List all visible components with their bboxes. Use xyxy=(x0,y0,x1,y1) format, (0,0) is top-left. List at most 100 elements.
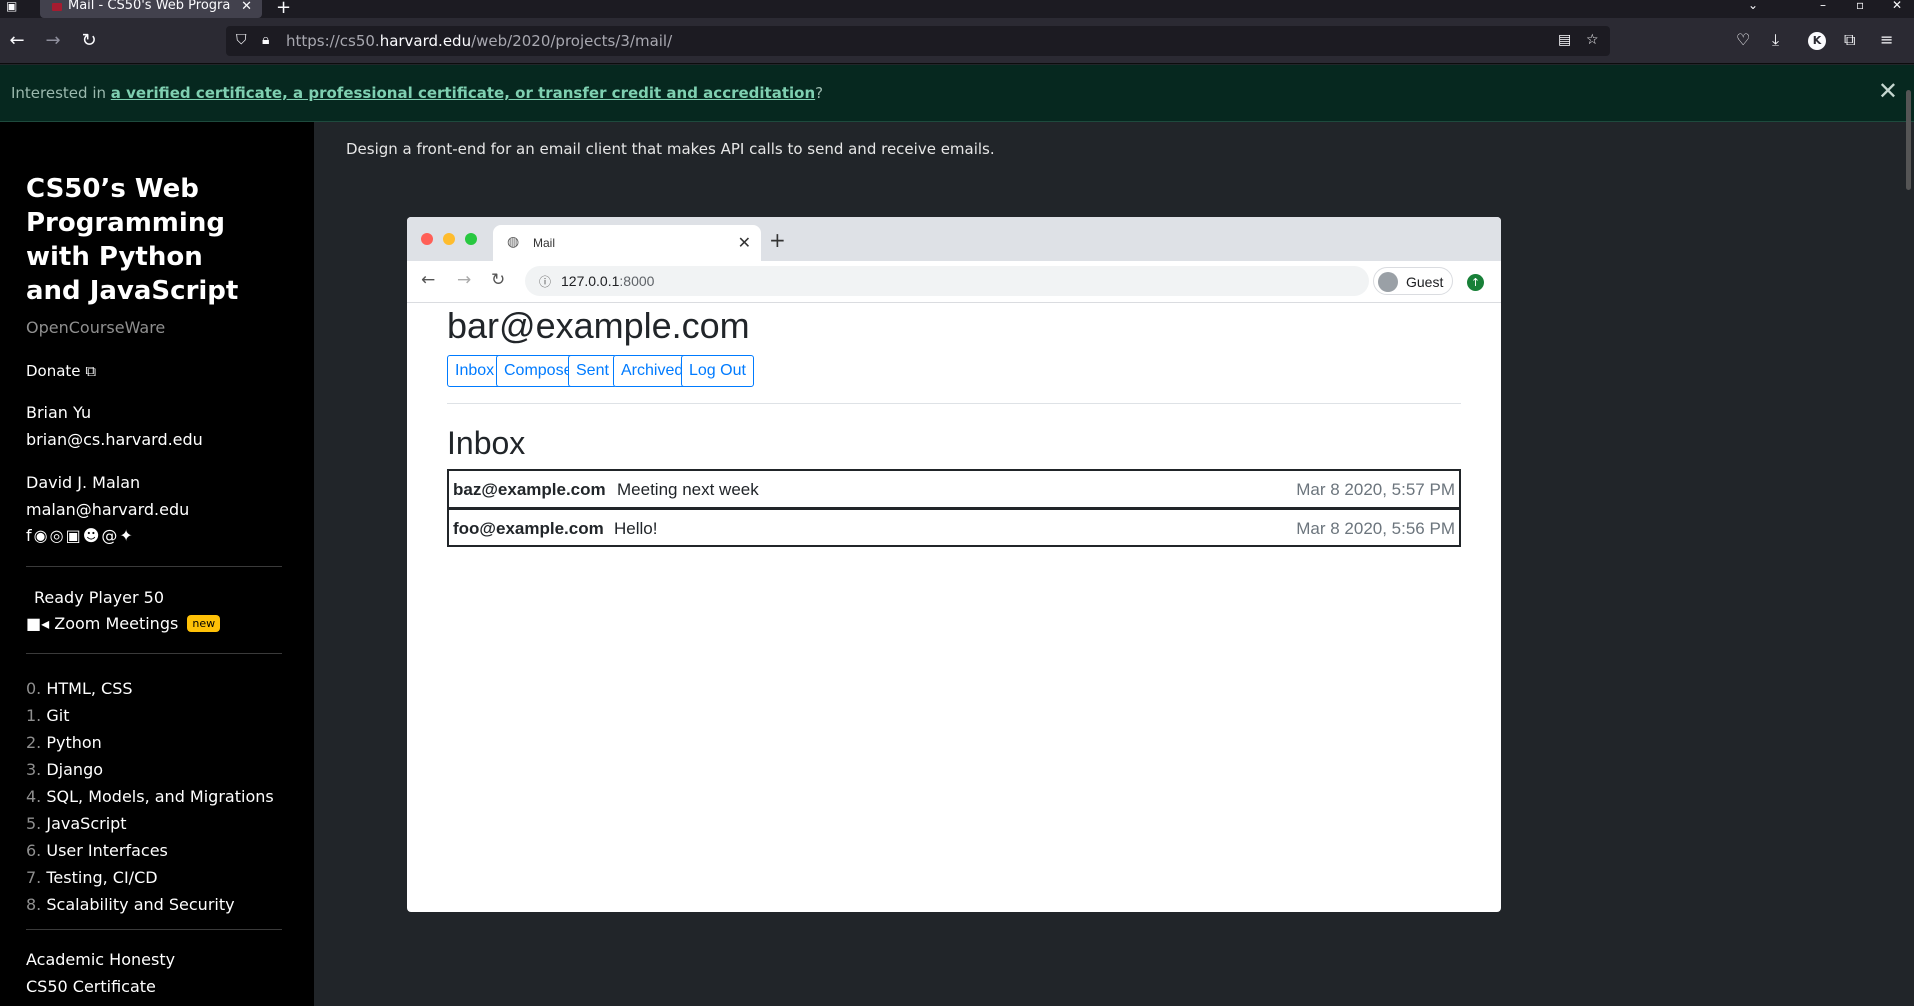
close-tab-icon[interactable]: ✕ xyxy=(241,0,252,14)
sidebar-item-lecture[interactable]: 2. Python xyxy=(26,733,102,752)
cs50-favicon-icon xyxy=(52,3,62,11)
instructor-email[interactable]: brian@cs.harvard.edu xyxy=(26,426,203,453)
maximize-icon[interactable]: ▫ xyxy=(1856,0,1864,12)
guest-profile: Guest xyxy=(1373,267,1453,295)
user-email-heading: bar@example.com xyxy=(447,305,750,346)
sidebar-item-lecture[interactable]: 1. Git xyxy=(26,706,69,725)
sidebar-item-lecture[interactable]: 0. HTML, CSS xyxy=(26,679,133,698)
sidebar-item-lecture[interactable]: 6. User Interfaces xyxy=(26,841,168,860)
project-description: Design a front-end for an email client t… xyxy=(346,140,995,158)
lecture-label: Git xyxy=(46,706,70,725)
sidebar-item-zoom-meetings[interactable]: ■◂ Zoom Meetings new xyxy=(26,614,221,633)
downloads-icon[interactable]: ⤓ xyxy=(1772,30,1779,50)
github-icon[interactable]: ◉ xyxy=(34,526,50,545)
browser-toolbar: ← → ↻ ⛉ 🔒︎ https://cs50.harvard.edu/web/… xyxy=(0,18,1914,64)
reader-view-icon[interactable]: ▤ xyxy=(1558,32,1571,48)
email-row: baz@example.com Meeting next week Mar 8 20… xyxy=(447,469,1461,508)
certificate-link[interactable]: a verified certificate, a professional c… xyxy=(111,84,815,102)
sidebar-divider xyxy=(26,929,282,930)
tab-list-icon[interactable]: ▣ xyxy=(6,0,24,14)
lecture-number: 5. xyxy=(26,814,42,833)
sidebar-item-academic-honesty[interactable]: Academic Honesty xyxy=(26,950,175,969)
window-close-icon[interactable]: ✕ xyxy=(1892,0,1902,12)
new-badge: new xyxy=(187,615,221,632)
browser-tab-active[interactable]: Mail - CS50's Web Progra ✕ xyxy=(40,0,262,18)
course-sidebar: CS50’s Web Programming with Python and J… xyxy=(0,122,314,1006)
banner-close-icon[interactable]: ✕ xyxy=(1878,77,1898,105)
lecture-number: 7. xyxy=(26,868,42,887)
email-timestamp: Mar 8 2020, 5:57 PM xyxy=(1296,480,1455,499)
email-subject: Hello! xyxy=(614,519,658,538)
account-avatar[interactable]: K xyxy=(1808,32,1826,50)
sidebar-item-lecture[interactable]: 7. Testing, CI/CD xyxy=(26,868,158,887)
mailbox-title: Inbox xyxy=(447,425,526,461)
lecture-label: Scalability and Security xyxy=(46,895,235,914)
course-title[interactable]: CS50’s Web Programming with Python and J… xyxy=(26,172,266,308)
pocket-icon[interactable]: ♡ xyxy=(1736,30,1750,49)
logout-button: Log Out xyxy=(681,355,754,387)
sidebar-item-label: Zoom Meetings xyxy=(54,614,179,633)
close-icon: ✕ xyxy=(737,233,751,252)
sidebar-item-lecture[interactable]: 4. SQL, Models, and Migrations xyxy=(26,787,274,806)
email-subject: Meeting next week xyxy=(617,480,759,499)
close-dot xyxy=(421,233,433,245)
menu-icon[interactable]: ≡ xyxy=(1880,30,1893,49)
twitter-icon[interactable]: ✦ xyxy=(119,526,134,545)
reload-icon: ↻ xyxy=(491,270,506,290)
zoom-dot xyxy=(465,233,477,245)
banner-text: Interested in a verified certificate, a … xyxy=(11,84,824,102)
sidebar-item-lecture[interactable]: 8. Scalability and Security xyxy=(26,895,235,914)
minimize-icon[interactable]: – xyxy=(1820,0,1826,12)
guest-avatar xyxy=(1378,272,1398,292)
reddit-icon[interactable]: ☻ xyxy=(83,526,102,545)
instagram-icon[interactable]: ◎ xyxy=(50,526,66,545)
lecture-number: 1. xyxy=(26,706,42,725)
page-scrollbar[interactable] xyxy=(1906,90,1911,190)
linkedin-icon[interactable]: ▣ xyxy=(66,526,83,545)
lecture-number: 2. xyxy=(26,733,42,752)
lecture-label: Django xyxy=(46,760,104,779)
bookmark-star-icon[interactable]: ☆ xyxy=(1586,32,1599,48)
extensions-icon[interactable]: ⧉ xyxy=(1844,30,1855,50)
lecture-label: User Interfaces xyxy=(46,841,168,860)
mail-app-screenshot: ◍ Mail ✕ + ← → ↻ ⓘ 127.0.0.1:8000 Guest … xyxy=(407,217,1501,912)
sidebar-item-cs50-certificate[interactable]: CS50 Certificate xyxy=(26,977,156,996)
guest-label: Guest xyxy=(1406,274,1444,290)
chrome-toolbar: ← → ↻ ⓘ 127.0.0.1:8000 Guest ↑ xyxy=(407,261,1501,303)
address-bar[interactable]: ⛉ 🔒︎ https://cs50.harvard.edu/web/2020/p… xyxy=(226,26,1610,56)
email-timestamp: Mar 8 2020, 5:56 PM xyxy=(1296,519,1455,538)
email-sender: baz@example.com xyxy=(453,480,606,499)
threads-icon[interactable]: @ xyxy=(101,526,119,545)
forward-icon[interactable]: → xyxy=(42,30,64,51)
course-subtitle: OpenCourseWare xyxy=(26,318,166,337)
sidebar-item-lecture[interactable]: 5. JavaScript xyxy=(26,814,127,833)
sidebar-divider xyxy=(26,653,282,654)
tracking-shield-icon[interactable]: ⛉ xyxy=(236,32,247,48)
video-camera-icon: ■◂ xyxy=(26,614,50,633)
instructor-email[interactable]: malan@harvard.edu xyxy=(26,496,189,523)
social-links: f◉◎▣☻@✦ xyxy=(26,526,135,545)
lecture-number: 3. xyxy=(26,760,42,779)
tab-overflow-icon[interactable]: ⌄ xyxy=(1748,0,1758,12)
lock-icon[interactable]: 🔒︎ xyxy=(262,32,269,48)
email-sender: foo@example.com xyxy=(453,519,604,538)
sent-button: Sent xyxy=(568,355,617,387)
instructor-name: Brian Yu xyxy=(26,403,92,422)
facebook-icon[interactable]: f xyxy=(26,526,34,545)
email-row: foo@example.com Hello! Mar 8 2020, 5:56 PM xyxy=(447,508,1461,547)
new-tab-icon: + xyxy=(769,228,786,252)
instructor-name: David J. Malan xyxy=(26,473,141,492)
globe-icon: ◍ xyxy=(507,234,520,250)
address-url: https://cs50.harvard.edu/web/2020/projec… xyxy=(286,32,673,50)
lecture-label: Testing, CI/CD xyxy=(46,868,158,887)
sidebar-item-ready-player-50[interactable]: Ready Player 50 xyxy=(34,588,164,607)
back-icon[interactable]: ← xyxy=(6,30,28,51)
reload-icon[interactable]: ↻ xyxy=(78,30,100,51)
mail-page: bar@example.com Inbox Compose Sent Archi… xyxy=(407,303,1501,912)
new-tab-icon[interactable]: + xyxy=(276,0,291,18)
donate-link[interactable]: Donate ⧉ xyxy=(26,362,96,380)
browser-tab-title: Mail - CS50's Web Progra xyxy=(68,0,231,12)
archived-button: Archived xyxy=(613,355,692,387)
sidebar-divider xyxy=(26,566,282,567)
sidebar-item-lecture[interactable]: 3. Django xyxy=(26,760,103,779)
